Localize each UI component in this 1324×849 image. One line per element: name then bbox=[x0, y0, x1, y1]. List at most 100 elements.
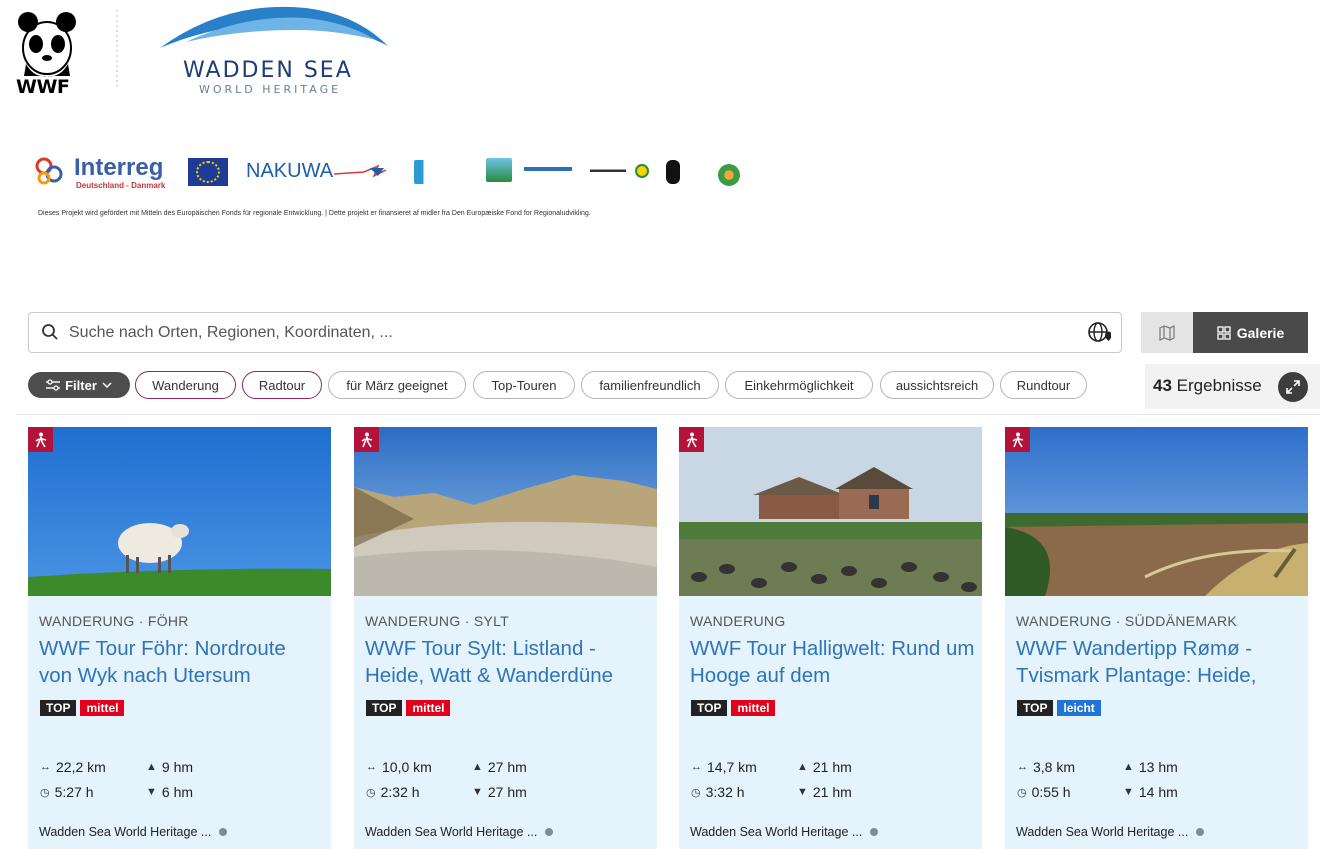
wadden-sea-wave-icon bbox=[156, 4, 392, 64]
tour-card[interactable]: WANDERUNG · FÖHR WWF Tour Föhr: Nordrout… bbox=[28, 427, 331, 849]
stat-ascent: ▲ 9 hm bbox=[146, 759, 193, 775]
distance-icon: ↔ bbox=[366, 761, 377, 773]
card-source: Wadden Sea World Heritage ... bbox=[39, 825, 228, 839]
verified-icon bbox=[870, 828, 879, 836]
distance-icon: ↔ bbox=[40, 761, 51, 773]
search-box[interactable] bbox=[28, 312, 1122, 353]
wadden-sea-title: WADDEN SEA bbox=[183, 58, 353, 83]
tour-image-heath[interactable] bbox=[1005, 427, 1308, 596]
chevron-down-icon bbox=[102, 381, 112, 388]
results-label: Ergebnisse bbox=[1176, 376, 1262, 395]
tour-image-dune[interactable] bbox=[354, 427, 657, 596]
card-source: Wadden Sea World Heritage ... bbox=[365, 825, 554, 839]
tag-row: TOP leicht bbox=[1017, 700, 1101, 716]
stat-distance: ↔ 14,7 km bbox=[691, 759, 757, 775]
source-label: Wadden Sea World Heritage ... bbox=[1016, 825, 1189, 839]
hiking-icon bbox=[679, 427, 704, 452]
hiking-icon bbox=[28, 427, 53, 452]
duration-value: 2:32 h bbox=[380, 784, 420, 800]
card-category: WANDERUNG bbox=[690, 613, 786, 629]
hiking-icon bbox=[1005, 427, 1030, 452]
card-category: WANDERUNG · SÜDDÄNEMARK bbox=[1016, 613, 1238, 629]
tag-difficulty: mittel bbox=[731, 700, 776, 716]
tag-difficulty: leicht bbox=[1057, 700, 1101, 716]
duration-value: 5:27 h bbox=[54, 784, 94, 800]
descent-icon: ▼ bbox=[797, 786, 808, 798]
distance-value: 22,2 km bbox=[56, 759, 106, 775]
card-title[interactable]: WWF Tour Halligwelt: Rund um Hooge auf d… bbox=[690, 635, 975, 689]
chip-einkehrmoeglichkeit[interactable]: Einkehrmöglichkeit bbox=[725, 371, 873, 399]
stat-descent: ▼ 6 hm bbox=[146, 784, 193, 800]
business-region-logo bbox=[414, 160, 462, 184]
clock-icon: ◷ bbox=[1017, 786, 1027, 799]
chip-top-touren[interactable]: Top-Touren bbox=[473, 371, 575, 399]
expand-icon bbox=[1286, 380, 1300, 394]
stat-descent: ▼ 21 hm bbox=[797, 784, 852, 800]
partner-logo-blue bbox=[486, 158, 512, 182]
tour-image-hallig[interactable] bbox=[679, 427, 982, 596]
sun-logo bbox=[635, 164, 649, 178]
stat-distance: ↔ 10,0 km bbox=[366, 759, 432, 775]
stat-descent: ▼ 14 hm bbox=[1123, 784, 1178, 800]
tag-top: TOP bbox=[40, 700, 77, 716]
tour-card[interactable]: WANDERUNG WWF Tour Halligwelt: Rund um H… bbox=[679, 427, 982, 849]
chip-wanderung[interactable]: Wanderung bbox=[135, 371, 236, 399]
ascent-icon: ▲ bbox=[472, 761, 483, 773]
tag-row: TOP mittel bbox=[40, 700, 125, 716]
stat-ascent: ▲ 13 hm bbox=[1123, 759, 1178, 775]
descent-value: 21 hm bbox=[812, 784, 852, 800]
filter-button[interactable]: Filter bbox=[28, 372, 130, 398]
globe-location-icon[interactable] bbox=[1087, 321, 1112, 345]
duration-value: 3:32 h bbox=[705, 784, 745, 800]
card-source: Wadden Sea World Heritage ... bbox=[690, 825, 879, 839]
card-title[interactable]: WWF Tour Föhr: Nordroute von Wyk nach Ut… bbox=[39, 635, 324, 689]
funding-note: Dieses Projekt wird gefördert mit Mittel… bbox=[38, 210, 591, 217]
source-label: Wadden Sea World Heritage ... bbox=[365, 825, 538, 839]
card-title[interactable]: WWF Tour Sylt: Listland - Heide, Watt & … bbox=[365, 635, 650, 689]
filter-label: Filter bbox=[65, 377, 97, 393]
partner-logos: Interreg Deutschland - Danmark NAKUWA bbox=[34, 154, 754, 190]
interreg-icon bbox=[34, 156, 64, 186]
grid-icon bbox=[1217, 325, 1231, 340]
map-view-button[interactable] bbox=[1141, 312, 1193, 353]
ascent-value: 27 hm bbox=[487, 759, 527, 775]
card-title[interactable]: WWF Wandertipp Rømø - Tvismark Plantage:… bbox=[1016, 635, 1301, 689]
sliders-icon bbox=[46, 379, 61, 391]
clock-icon: ◷ bbox=[366, 786, 376, 799]
eu-flag-icon bbox=[188, 158, 228, 186]
stat-distance: ↔ 3,8 km bbox=[1017, 759, 1075, 775]
distance-value: 10,0 km bbox=[382, 759, 432, 775]
card-category: WANDERUNG · SYLT bbox=[365, 613, 510, 629]
expand-button[interactable] bbox=[1278, 372, 1308, 402]
tour-card[interactable]: WANDERUNG · SYLT WWF Tour Sylt: Listland… bbox=[354, 427, 657, 849]
distance-value: 14,7 km bbox=[707, 759, 757, 775]
card-category: WANDERUNG · FÖHR bbox=[39, 613, 189, 629]
tag-difficulty: mittel bbox=[406, 700, 451, 716]
ascent-icon: ▲ bbox=[797, 761, 808, 773]
search-input[interactable] bbox=[69, 313, 1069, 352]
verified-icon bbox=[545, 828, 554, 836]
ascent-icon: ▲ bbox=[146, 761, 157, 773]
gallery-view-button[interactable]: Galerie bbox=[1193, 312, 1308, 353]
nakuwa-logo-text: NAKUWA bbox=[246, 160, 334, 182]
clock-icon: ◷ bbox=[691, 786, 701, 799]
chip-familienfreundlich[interactable]: familienfreundlich bbox=[581, 371, 719, 399]
duration-value: 0:55 h bbox=[1031, 784, 1071, 800]
chip-radtour[interactable]: Radtour bbox=[242, 371, 322, 399]
nordsee-logo bbox=[524, 160, 572, 184]
wadden-sea-subtitle: WORLD HERITAGE bbox=[199, 83, 342, 96]
ascent-value: 13 hm bbox=[1138, 759, 1178, 775]
tour-image-sheep[interactable] bbox=[28, 427, 331, 596]
descent-icon: ▼ bbox=[1123, 786, 1134, 798]
chip-aussichtsreich[interactable]: aussichtsreich bbox=[880, 371, 994, 399]
tag-top: TOP bbox=[366, 700, 403, 716]
tour-card[interactable]: WANDERUNG · SÜDDÄNEMARK WWF Wandertipp R… bbox=[1005, 427, 1308, 849]
descent-value: 14 hm bbox=[1138, 784, 1178, 800]
chip-maerz-geeignet[interactable]: für März geeignet bbox=[328, 371, 466, 399]
verified-icon bbox=[219, 828, 228, 836]
results-count: 43 bbox=[1153, 376, 1172, 395]
chip-rundtour[interactable]: Rundtour bbox=[1000, 371, 1087, 399]
wwf-wordmark: WWF bbox=[16, 76, 70, 98]
divider-vertical bbox=[112, 10, 122, 90]
interreg-logo-text: Interreg bbox=[74, 154, 164, 181]
